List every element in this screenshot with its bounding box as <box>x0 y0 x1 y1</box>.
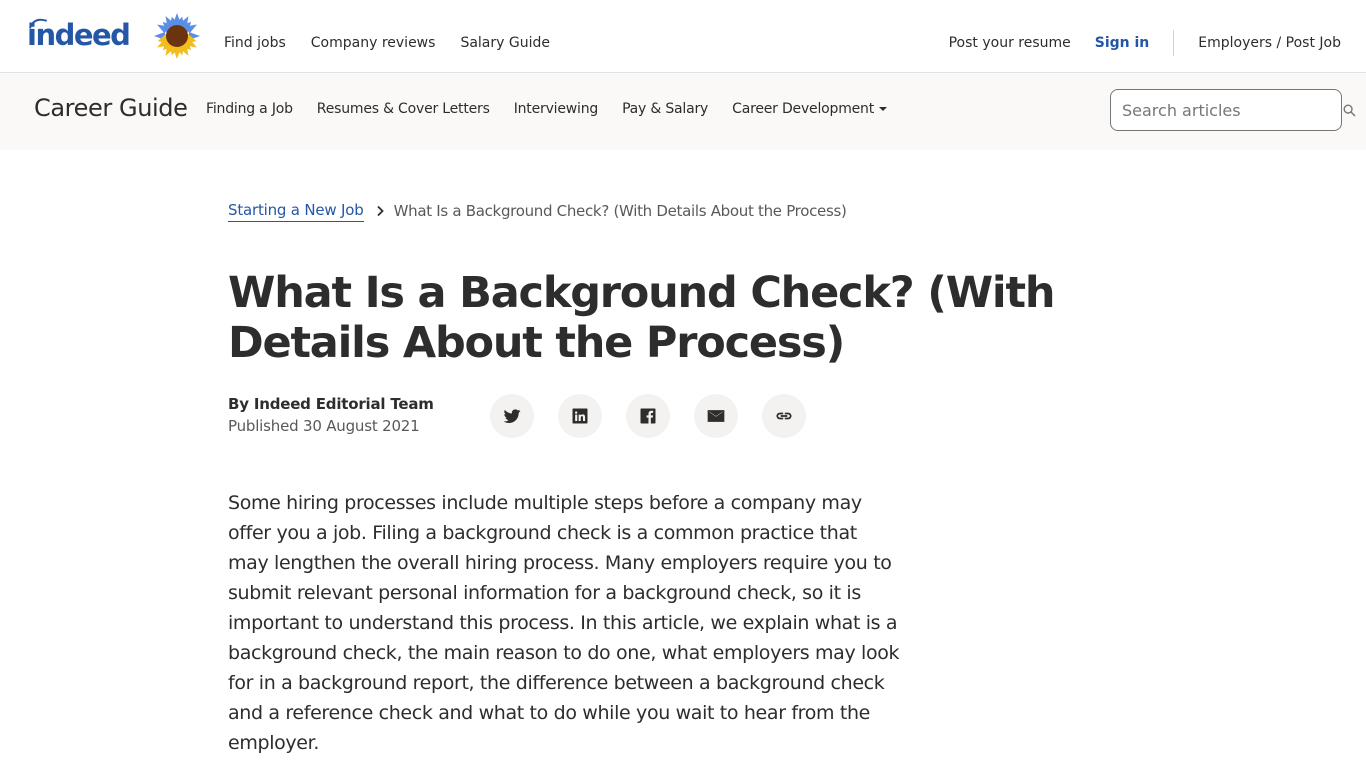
body-line: Some hiring processes include multiple s… <box>228 492 862 514</box>
published-date: Published 30 August 2021 <box>228 417 420 435</box>
breadcrumb: Starting a New Job What Is a Background … <box>228 199 847 222</box>
breadcrumb-starting-a-new-job[interactable]: Starting a New Job <box>228 199 364 222</box>
email-icon <box>707 410 725 422</box>
guide-nav-pay-salary[interactable]: Pay & Salary <box>622 99 708 119</box>
share-buttons <box>490 394 830 438</box>
sunflower-icon <box>154 13 200 59</box>
top-nav-primary: Find jobs Company reviews Salary Guide <box>224 0 575 73</box>
share-email-button[interactable] <box>694 394 738 438</box>
share-facebook-button[interactable] <box>626 394 670 438</box>
article-intro-paragraph: Some hiring processes include multiple s… <box>228 488 918 758</box>
employers-post-job-link[interactable]: Employers / Post Job <box>1198 21 1341 53</box>
guide-nav-finding-a-job[interactable]: Finding a Job <box>206 99 293 119</box>
nav-find-jobs[interactable]: Find jobs <box>224 21 286 53</box>
body-line: and a reference check and what to do whi… <box>228 702 870 724</box>
career-guide-nav: Finding a Job Resumes & Cover Letters In… <box>206 99 911 119</box>
twitter-icon <box>503 409 521 423</box>
indeed-logo[interactable]: indeed <box>27 16 135 53</box>
author: By Indeed Editorial Team <box>228 395 434 413</box>
top-header: indeed Find jobs Company reviews Salary … <box>0 0 1366 73</box>
body-line: for in a background report, the differen… <box>228 672 885 694</box>
body-line: employer. <box>228 732 320 754</box>
guide-nav-resumes-cover-letters[interactable]: Resumes & Cover Letters <box>317 99 490 119</box>
guide-nav-career-development-label: Career Development <box>732 101 875 117</box>
breadcrumb-current: What Is a Background Check? (With Detail… <box>393 201 847 220</box>
search-icon[interactable] <box>1343 104 1356 117</box>
sign-in-link[interactable]: Sign in <box>1095 21 1150 53</box>
nav-divider <box>1173 29 1175 56</box>
caret-down-icon <box>879 107 888 111</box>
logo-text: indeed <box>27 18 131 52</box>
share-twitter-button[interactable] <box>490 394 534 438</box>
body-line: offer you a job. Filing a background che… <box>228 522 857 544</box>
guide-nav-career-development[interactable]: Career Development <box>732 99 888 119</box>
page-title: What Is a Background Check? (With Detail… <box>228 268 1055 368</box>
link-icon <box>776 412 792 420</box>
guide-nav-interviewing[interactable]: Interviewing <box>514 99 599 119</box>
top-nav-secondary: Post your resume Sign in Employers / Pos… <box>925 0 1341 73</box>
body-line: submit relevant personal information for… <box>228 582 861 604</box>
post-resume-link[interactable]: Post your resume <box>949 21 1071 53</box>
linkedin-icon <box>572 408 588 424</box>
copy-link-button[interactable] <box>762 394 806 438</box>
career-guide-bar: Career Guide Finding a Job Resumes & Cov… <box>0 73 1366 150</box>
byline: By Indeed Editorial Team Published 30 Au… <box>228 394 434 438</box>
share-linkedin-button[interactable] <box>558 394 602 438</box>
facebook-icon <box>640 408 656 424</box>
nav-company-reviews[interactable]: Company reviews <box>311 21 436 53</box>
body-line: background check, the main reason to do … <box>228 642 900 664</box>
career-guide-title[interactable]: Career Guide <box>34 92 188 124</box>
body-line: may lengthen the overall hiring process.… <box>228 552 892 574</box>
chevron-right-icon <box>376 205 384 216</box>
search-articles-input[interactable] <box>1111 90 1341 130</box>
search-box <box>1110 89 1342 131</box>
body-line: important to understand this process. In… <box>228 612 898 634</box>
nav-salary-guide[interactable]: Salary Guide <box>460 21 550 53</box>
